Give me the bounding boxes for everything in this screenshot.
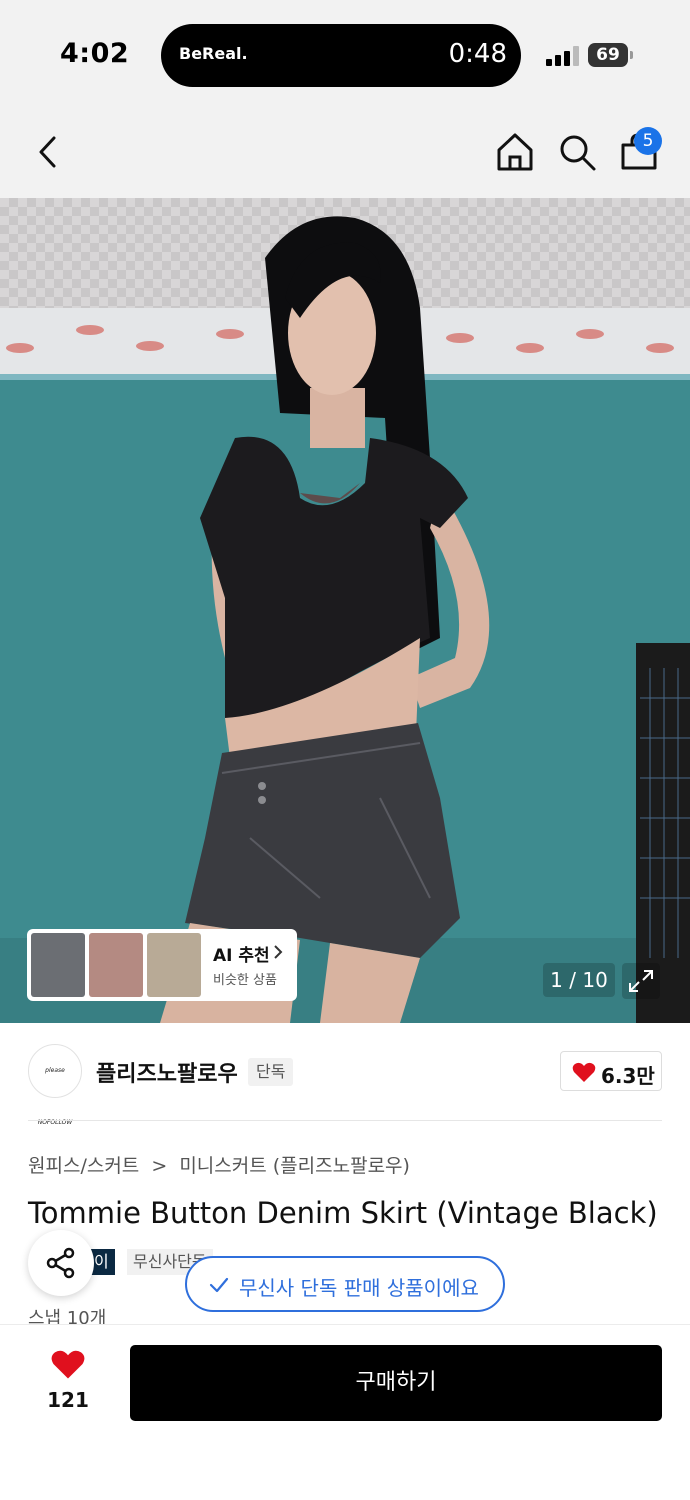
signal-icon <box>546 46 580 66</box>
exclusive-sale-toast[interactable]: 무신사 단독 판매 상품이에요 <box>185 1256 505 1312</box>
product-photo <box>0 198 690 1023</box>
exclusive-tag: 단독 <box>248 1058 294 1086</box>
status-bar: 4:02 BeReal. 0:48 69 <box>0 0 690 110</box>
ai-thumb-3[interactable] <box>147 933 201 997</box>
share-button[interactable] <box>28 1230 94 1296</box>
heart-icon <box>572 1062 596 1082</box>
brand-name[interactable]: 플리즈노팔로우 <box>96 1056 238 1088</box>
breadcrumb-subcategory[interactable]: 미니스커트 (플리즈노팔로우) <box>179 1151 410 1178</box>
brand-like-button[interactable]: 6.3만 <box>560 1051 662 1091</box>
breadcrumb: 원피스/스커트 > 미니스커트 (플리즈노팔로우) <box>28 1151 410 1178</box>
product-title: Tommie Button Denim Skirt (Vintage Black… <box>28 1196 658 1230</box>
heart-filled-icon <box>51 1350 85 1379</box>
island-app-name: BeReal. <box>179 44 248 63</box>
buy-button[interactable]: 구매하기 <box>130 1345 662 1421</box>
ai-recommendation-card[interactable]: AI 추천 비슷한 상품 <box>27 929 297 1001</box>
breadcrumb-category[interactable]: 원피스/스커트 <box>28 1151 139 1178</box>
breadcrumb-separator: > <box>151 1155 168 1177</box>
home-icon[interactable] <box>493 130 537 174</box>
brand-like-count: 6.3만 <box>601 1064 655 1088</box>
image-page-counter: 1 / 10 <box>543 963 615 997</box>
snap-count[interactable]: 스냅 10개 <box>28 1304 106 1324</box>
expand-icon <box>629 970 653 992</box>
divider <box>28 1120 662 1121</box>
wishlist-count: 121 <box>47 1388 89 1412</box>
ai-card-subtitle: 비슷한 상품 <box>213 973 277 988</box>
share-icon <box>46 1247 75 1279</box>
expand-button[interactable] <box>622 963 660 999</box>
chevron-right-icon <box>274 945 283 959</box>
wishlist-button[interactable]: 121 <box>36 1346 100 1418</box>
cart-count-badge: 5 <box>634 127 662 155</box>
check-icon <box>209 1277 229 1293</box>
status-time: 4:02 <box>60 38 130 69</box>
battery-icon: 69 <box>588 43 633 67</box>
brand-logo[interactable]: please NOFOLLOW <box>28 1044 82 1126</box>
product-image[interactable]: AI 추천 비슷한 상품 1 / 10 <box>0 198 690 1023</box>
island-timer: 0:48 <box>448 39 507 69</box>
ai-thumb-2[interactable] <box>89 933 143 997</box>
ai-card-title: AI 추천 <box>213 946 270 966</box>
search-icon[interactable] <box>555 130 599 174</box>
ai-thumb-1[interactable] <box>31 933 85 997</box>
toast-text: 무신사 단독 판매 상품이에요 <box>239 1276 479 1300</box>
back-icon[interactable] <box>28 130 72 174</box>
dynamic-island[interactable]: BeReal. 0:48 <box>161 24 521 87</box>
